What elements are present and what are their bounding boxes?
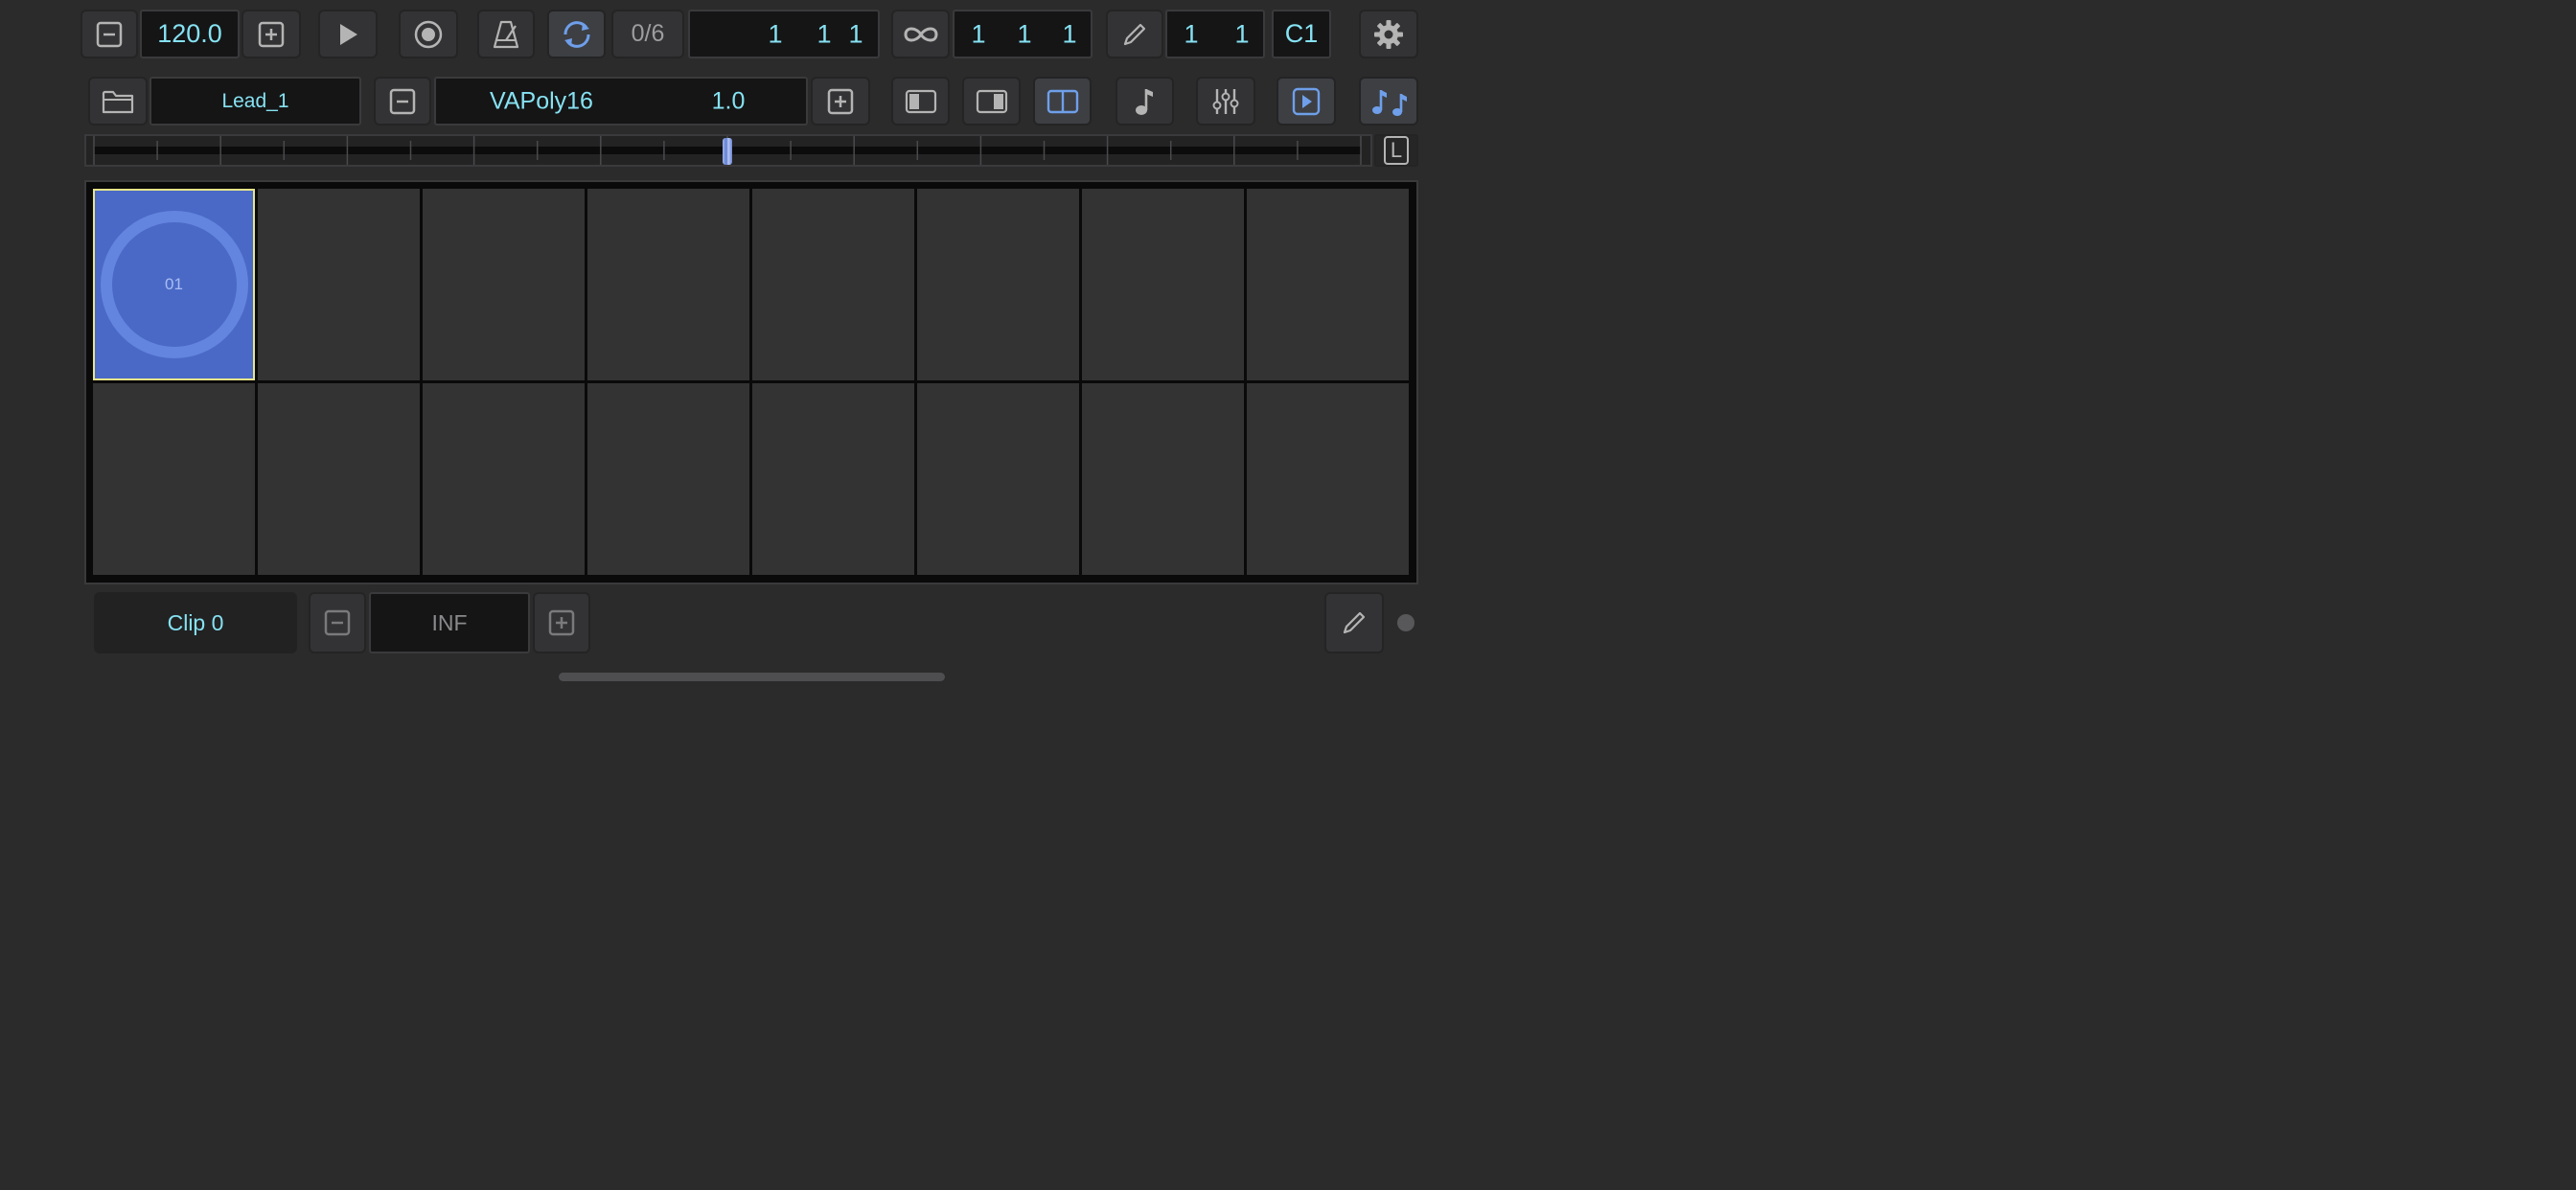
repeat-value: INF bbox=[431, 609, 468, 635]
repeat-field[interactable]: INF bbox=[369, 592, 530, 653]
preset-name-field[interactable]: Lead_1 bbox=[150, 77, 361, 126]
double-note-icon bbox=[1370, 86, 1407, 117]
root-note: C1 bbox=[1284, 19, 1319, 48]
edit-grid-b: 1 bbox=[1234, 19, 1250, 48]
edit-pencil-button[interactable] bbox=[1106, 10, 1163, 58]
playhead-handle[interactable] bbox=[723, 138, 732, 165]
synth-value: 1.0 bbox=[711, 87, 746, 114]
settings-button[interactable] bbox=[1359, 10, 1418, 58]
open-folder-button[interactable] bbox=[88, 77, 148, 126]
play-icon bbox=[335, 22, 360, 47]
music-note-icon bbox=[1133, 86, 1158, 117]
repeat-increase-button[interactable] bbox=[533, 592, 590, 653]
pad-14[interactable] bbox=[917, 383, 1079, 575]
gear-icon bbox=[1372, 18, 1405, 51]
position-bar: 1 bbox=[768, 19, 783, 48]
clip-name-button[interactable]: Clip 0 bbox=[94, 592, 297, 653]
notes-view-button[interactable] bbox=[1359, 77, 1418, 126]
position-tick: 1 bbox=[848, 19, 863, 48]
pad-04[interactable] bbox=[587, 189, 749, 380]
record-icon bbox=[413, 19, 444, 50]
infinity-icon bbox=[902, 24, 940, 45]
pad-01[interactable]: 01 bbox=[93, 189, 255, 380]
position-beat: 1 bbox=[816, 19, 832, 48]
synth-increase-button[interactable] bbox=[811, 77, 870, 126]
pad-10[interactable] bbox=[258, 383, 420, 575]
plus-icon bbox=[827, 88, 854, 115]
loop-length-tick: 1 bbox=[1062, 19, 1077, 48]
tempo-decrease-button[interactable] bbox=[80, 10, 138, 58]
record-button[interactable] bbox=[399, 10, 458, 58]
edit-grid-a: 1 bbox=[1184, 19, 1199, 48]
plus-icon bbox=[548, 609, 575, 636]
right-panel-button[interactable] bbox=[962, 77, 1021, 126]
loop-count-display[interactable]: 0/6 bbox=[611, 10, 684, 58]
loop-length-field[interactable]: 1 1 1 bbox=[953, 10, 1092, 58]
pad-label: 01 bbox=[165, 275, 183, 293]
pencil-icon bbox=[1341, 609, 1368, 636]
pad-09[interactable] bbox=[93, 383, 255, 575]
lock-label: L bbox=[1383, 136, 1410, 165]
edit-grid-field[interactable]: 1 1 bbox=[1165, 10, 1265, 58]
status-dot bbox=[1397, 614, 1414, 631]
pad-11[interactable] bbox=[423, 383, 585, 575]
pad-13[interactable] bbox=[752, 383, 914, 575]
pad-03[interactable] bbox=[423, 189, 585, 380]
split-view-icon bbox=[1046, 88, 1079, 115]
pad-07[interactable] bbox=[1082, 189, 1244, 380]
clip-play-button[interactable] bbox=[1276, 77, 1336, 126]
left-panel-button[interactable] bbox=[891, 77, 950, 126]
home-indicator bbox=[559, 673, 945, 681]
pad-grid: 01 bbox=[84, 180, 1418, 584]
folder-icon bbox=[102, 88, 134, 115]
tempo-increase-button[interactable] bbox=[242, 10, 301, 58]
right-panel-icon bbox=[976, 88, 1008, 115]
pad-06[interactable] bbox=[917, 189, 1079, 380]
pencil-icon bbox=[1121, 21, 1148, 48]
clip-edit-button[interactable] bbox=[1324, 592, 1384, 653]
timeline-scrubber[interactable] bbox=[84, 134, 1372, 167]
loop-toggle-button[interactable] bbox=[547, 10, 606, 58]
synth-decrease-button[interactable] bbox=[374, 77, 431, 126]
synth-field[interactable]: VAPoly16 1.0 bbox=[434, 77, 808, 126]
loop-count: 0/6 bbox=[631, 20, 665, 47]
play-button[interactable] bbox=[318, 10, 378, 58]
pad-12[interactable] bbox=[587, 383, 749, 575]
loop-icon bbox=[560, 19, 594, 50]
pad-15[interactable] bbox=[1082, 383, 1244, 575]
minus-icon bbox=[324, 609, 351, 636]
loop-length-beat: 1 bbox=[1017, 19, 1032, 48]
position-field[interactable]: 1 1 1 bbox=[688, 10, 880, 58]
preset-name: Lead_1 bbox=[221, 89, 289, 112]
lock-button[interactable]: L bbox=[1374, 134, 1418, 167]
metronome-button[interactable] bbox=[477, 10, 535, 58]
minus-icon bbox=[389, 88, 416, 115]
pad-02[interactable] bbox=[258, 189, 420, 380]
tempo-value: 120.0 bbox=[157, 19, 222, 48]
minus-icon bbox=[96, 21, 123, 48]
plus-icon bbox=[258, 21, 285, 48]
left-panel-icon bbox=[905, 88, 937, 115]
loop-length-bar: 1 bbox=[971, 19, 986, 48]
play-square-icon bbox=[1292, 87, 1321, 116]
metronome-icon bbox=[491, 19, 521, 50]
pad-05[interactable] bbox=[752, 189, 914, 380]
sliders-icon bbox=[1211, 86, 1240, 117]
synth-name: VAPoly16 bbox=[490, 87, 593, 114]
mixer-button[interactable] bbox=[1196, 77, 1255, 126]
note-button[interactable] bbox=[1116, 77, 1174, 126]
clip-name: Clip 0 bbox=[167, 609, 224, 635]
root-note-field[interactable]: C1 bbox=[1272, 10, 1331, 58]
tempo-field[interactable]: 120.0 bbox=[140, 10, 240, 58]
infinite-loop-button[interactable] bbox=[891, 10, 950, 58]
repeat-decrease-button[interactable] bbox=[309, 592, 366, 653]
pad-16[interactable] bbox=[1247, 383, 1409, 575]
pad-08[interactable] bbox=[1247, 189, 1409, 380]
split-view-button[interactable] bbox=[1033, 77, 1092, 126]
